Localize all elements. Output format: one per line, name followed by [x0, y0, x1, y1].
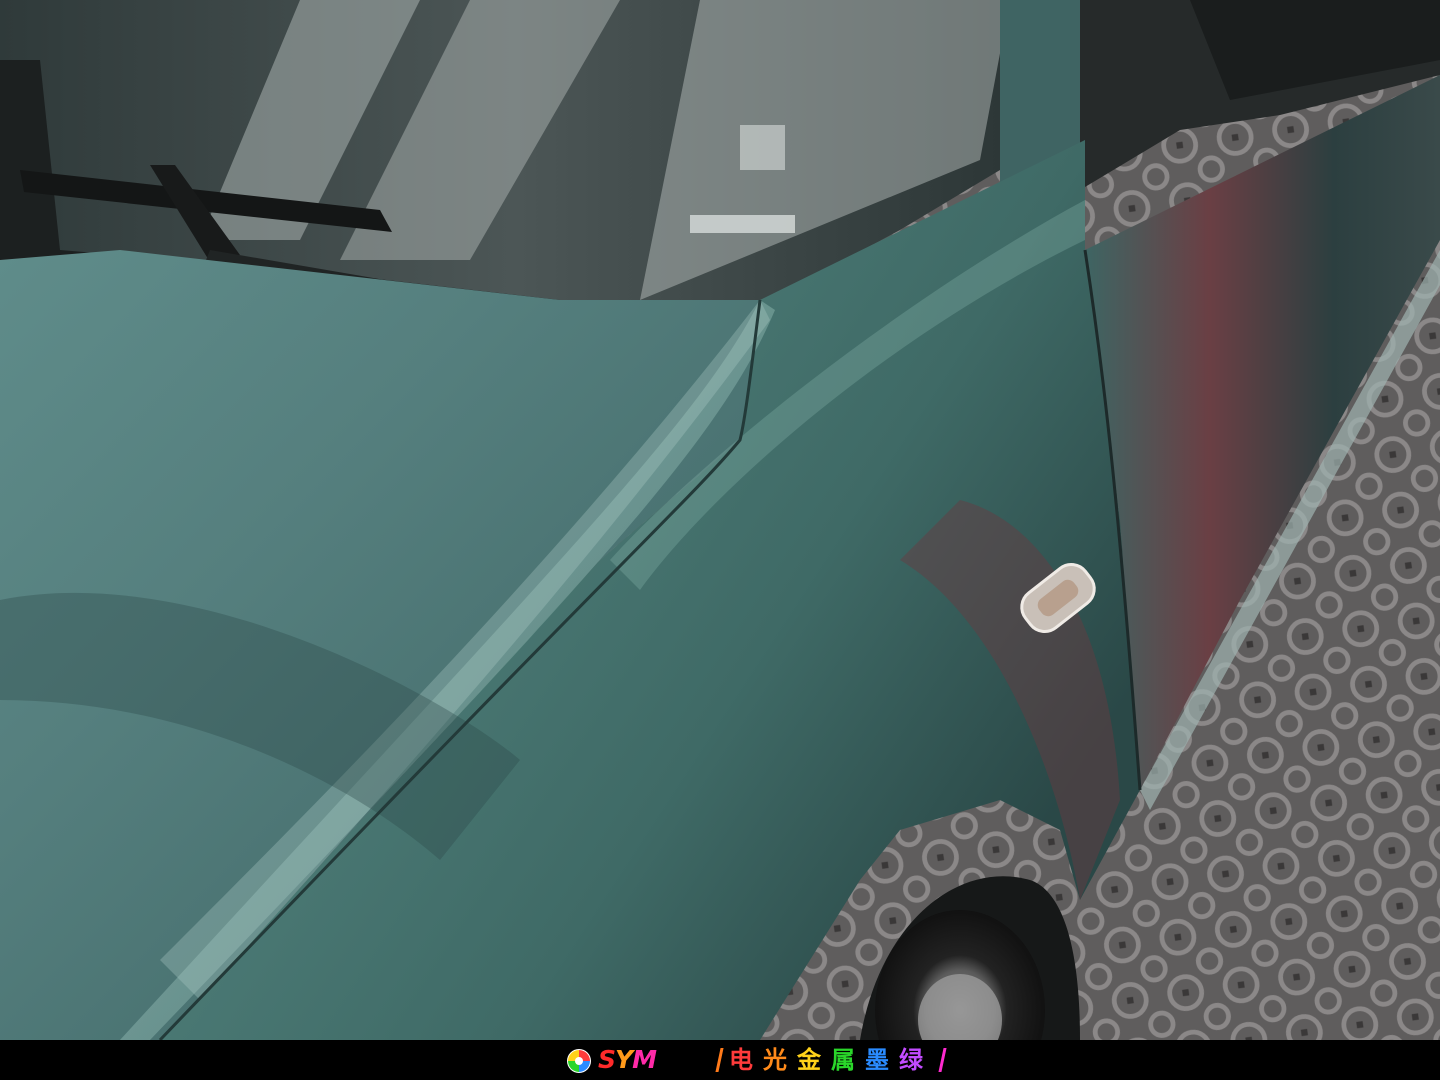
brand-wordmark-letter: M: [632, 1045, 657, 1074]
photo-stage: [0, 0, 1440, 1040]
caption-character: 光: [763, 1046, 787, 1074]
caption-character: 绿: [899, 1046, 923, 1074]
caption-character: 金: [797, 1046, 821, 1074]
brand-wordmark-letter: Y: [615, 1045, 633, 1074]
product-caption: 电光金属墨绿: [710, 1044, 952, 1076]
caption-divider-left: [715, 1048, 724, 1072]
caption-character: 电: [729, 1046, 753, 1074]
brand-wordmark: SYM: [598, 1045, 657, 1075]
caption-bar: SYM 电光金属墨绿: [0, 1040, 1440, 1080]
caption-character: 属: [831, 1046, 855, 1074]
brand-wordmark-letter: S: [598, 1045, 616, 1074]
car-wrap-photo: [0, 0, 1440, 1040]
swirl-logo-icon: [567, 1049, 591, 1073]
caption-divider-right: [938, 1048, 947, 1072]
caption-character: 墨: [865, 1046, 889, 1074]
